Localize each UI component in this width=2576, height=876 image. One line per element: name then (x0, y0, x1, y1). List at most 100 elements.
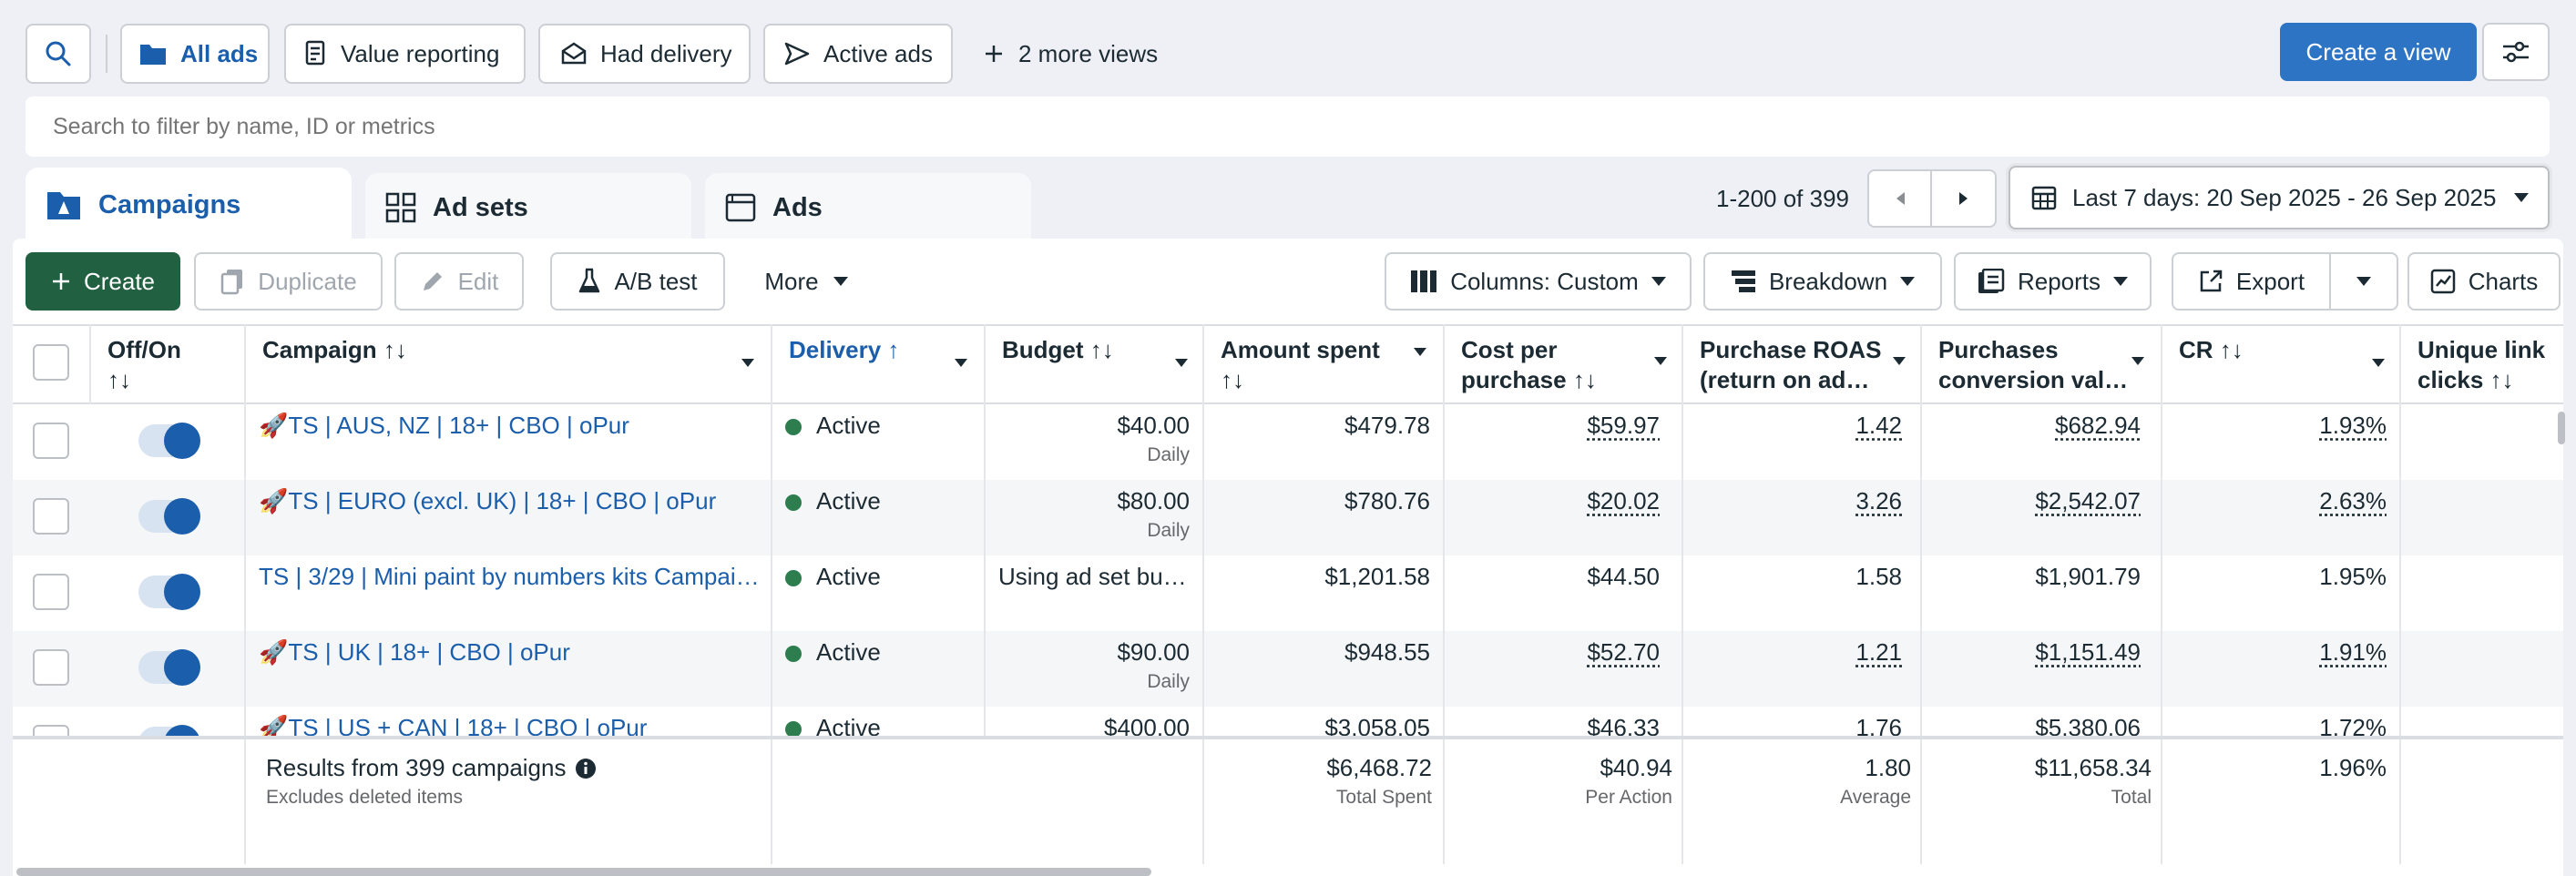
envelope-icon (561, 42, 587, 65)
view-had-delivery[interactable]: Had delivery (538, 24, 751, 84)
row-toggle[interactable] (138, 649, 200, 686)
search-input[interactable] (26, 97, 2550, 157)
col-off-on[interactable]: Off/On ↑↓ (91, 324, 244, 404)
row-toggle[interactable] (138, 725, 200, 736)
tab-ad-sets-label: Ad sets (433, 192, 528, 222)
purchase-roas[interactable]: 3.26 (1696, 487, 1902, 515)
campaign-name-link[interactable]: 🚀TS | UK | 18+ | CBO | oPur (259, 638, 760, 667)
view-settings-button[interactable] (2482, 23, 2550, 81)
row-checkbox[interactable] (33, 725, 69, 736)
pencil-icon (423, 272, 442, 290)
col-off-on-label: Off/On (107, 336, 181, 363)
totals-roas-sub: Average (1840, 787, 1911, 808)
duplicate-icon (221, 270, 243, 295)
view-value-reporting[interactable]: Value reporting (284, 24, 526, 84)
col-budget[interactable]: Budget ↑↓ (986, 324, 1204, 404)
conversion-value[interactable]: $1,901.79 (1935, 563, 2141, 591)
col-roas-label-2: (return on ad… (1700, 366, 1870, 393)
col-cost-per-purchase[interactable]: Cost per purchase ↑↓ (1445, 324, 1683, 404)
sort-icon: ↑↓ (1089, 336, 1114, 363)
create-button[interactable]: Create (26, 252, 180, 311)
more-views-button[interactable]: 2 more views (984, 24, 1158, 84)
select-all-checkbox[interactable] (33, 344, 69, 381)
columns-button[interactable]: Columns: Custom (1385, 252, 1692, 311)
tab-ads[interactable]: Ads (705, 173, 1031, 242)
conversion-value[interactable]: $1,151.49 (1935, 638, 2141, 667)
totals-spent-sub: Total Spent (1335, 787, 1432, 808)
row-toggle[interactable] (138, 574, 200, 610)
export-button[interactable]: Export (2172, 252, 2331, 311)
campaign-name-link[interactable]: TS | 3/29 | Mini paint by numbers kits C… (259, 563, 760, 591)
search-button[interactable] (26, 24, 91, 84)
campaign-name-link[interactable]: 🚀TS | US + CAN | 18+ | CBO | oPur (259, 714, 760, 736)
col-purchase-roas[interactable]: Purchase ROAS (return on ad… (1683, 324, 1922, 404)
info-icon[interactable] (575, 758, 597, 779)
col-cpp-label-1: Cost per (1461, 336, 1558, 363)
more-button[interactable]: More (747, 252, 865, 311)
view-all-ads[interactable]: All ads (120, 24, 270, 84)
create-view-button[interactable]: Create a view (2280, 23, 2477, 81)
reports-label: Reports (2017, 267, 2101, 295)
view-had-delivery-label: Had delivery (600, 39, 732, 67)
col-purchases-conversion-value[interactable]: Purchases conversion val… (1922, 324, 2161, 404)
chevron-down-icon (2131, 357, 2144, 365)
cr-value[interactable]: 1.91% (2175, 638, 2387, 667)
tab-ad-sets[interactable]: Ad sets (365, 173, 691, 242)
purchase-roas[interactable]: 1.76 (1696, 714, 1902, 736)
col-unique-link-clicks[interactable]: Unique link clicks ↑↓ (2401, 324, 2565, 404)
delivery-status: Active (816, 714, 881, 736)
view-active-ads[interactable]: Active ads (763, 24, 953, 84)
next-page-button[interactable] (1932, 171, 1995, 226)
amount-spent: $948.55 (1344, 638, 1430, 666)
charts-button[interactable]: Charts (2407, 252, 2561, 311)
export-options-button[interactable] (2329, 252, 2398, 311)
status-dot (785, 646, 802, 662)
plus-icon (986, 46, 1002, 62)
cost-per-purchase[interactable]: $59.97 (1457, 412, 1660, 440)
rows-container: 🚀TS | AUS, NZ | 18+ | CBO | oPur Active … (0, 404, 2576, 736)
prev-page-button[interactable] (1867, 169, 1997, 228)
search-icon (46, 41, 71, 66)
row-checkbox[interactable] (33, 423, 69, 459)
breakdown-button[interactable]: Breakdown (1703, 252, 1942, 311)
row-toggle[interactable] (138, 498, 200, 535)
cr-value[interactable]: 1.95% (2175, 563, 2387, 591)
col-campaign[interactable]: Campaign ↑↓ (246, 324, 771, 404)
cost-per-purchase[interactable]: $20.02 (1457, 487, 1660, 515)
conversion-value[interactable]: $2,542.07 (1935, 487, 2141, 515)
cost-per-purchase[interactable]: $52.70 (1457, 638, 1660, 667)
purchase-roas[interactable]: 1.58 (1696, 563, 1902, 591)
totals-note: Excludes deleted items (266, 787, 463, 808)
row-toggle[interactable] (138, 423, 200, 459)
cr-value[interactable]: 2.63% (2175, 487, 2387, 515)
cr-value[interactable]: 1.72% (2175, 714, 2387, 736)
vertical-scrollbar[interactable] (2558, 412, 2565, 444)
row-checkbox[interactable] (33, 498, 69, 535)
prev-page-half[interactable] (1869, 171, 1933, 226)
edit-button[interactable]: Edit (394, 252, 524, 311)
cost-per-purchase[interactable]: $44.50 (1457, 563, 1660, 591)
purchase-roas[interactable]: 1.21 (1696, 638, 1902, 667)
duplicate-button[interactable]: Duplicate (194, 252, 383, 311)
campaign-name-link[interactable]: 🚀TS | AUS, NZ | 18+ | CBO | oPur (259, 412, 760, 440)
col-cr[interactable]: CR ↑↓ (2162, 324, 2401, 404)
conversion-value[interactable]: $5,380.06 (1935, 714, 2141, 736)
campaign-name-link[interactable]: 🚀TS | EURO (excl. UK) | 18+ | CBO | oPur (259, 487, 760, 515)
delivery-status: Active (816, 412, 881, 439)
tab-campaigns[interactable]: Campaigns (26, 168, 352, 242)
ab-test-button[interactable]: A/B test (550, 252, 725, 311)
col-amount-spent-label: Amount spent (1221, 336, 1380, 363)
row-checkbox[interactable] (33, 649, 69, 686)
row-checkbox[interactable] (33, 574, 69, 610)
totals-roas: 1.80 (1865, 754, 1911, 781)
grid-icon (385, 192, 416, 223)
purchase-roas[interactable]: 1.42 (1696, 412, 1902, 440)
col-delivery[interactable]: Delivery ↑ (772, 324, 984, 404)
col-amount-spent[interactable]: Amount spent ↑↓ (1204, 324, 1443, 404)
cr-value[interactable]: 1.93% (2175, 412, 2387, 440)
reports-button[interactable]: Reports (1954, 252, 2152, 311)
conversion-value[interactable]: $682.94 (1935, 412, 2141, 440)
date-range-picker[interactable]: Last 7 days: 20 Sep 2025 - 26 Sep 2025 (2009, 166, 2550, 229)
cost-per-purchase[interactable]: $46.33 (1457, 714, 1660, 736)
horizontal-scrollbar[interactable] (16, 868, 1151, 876)
